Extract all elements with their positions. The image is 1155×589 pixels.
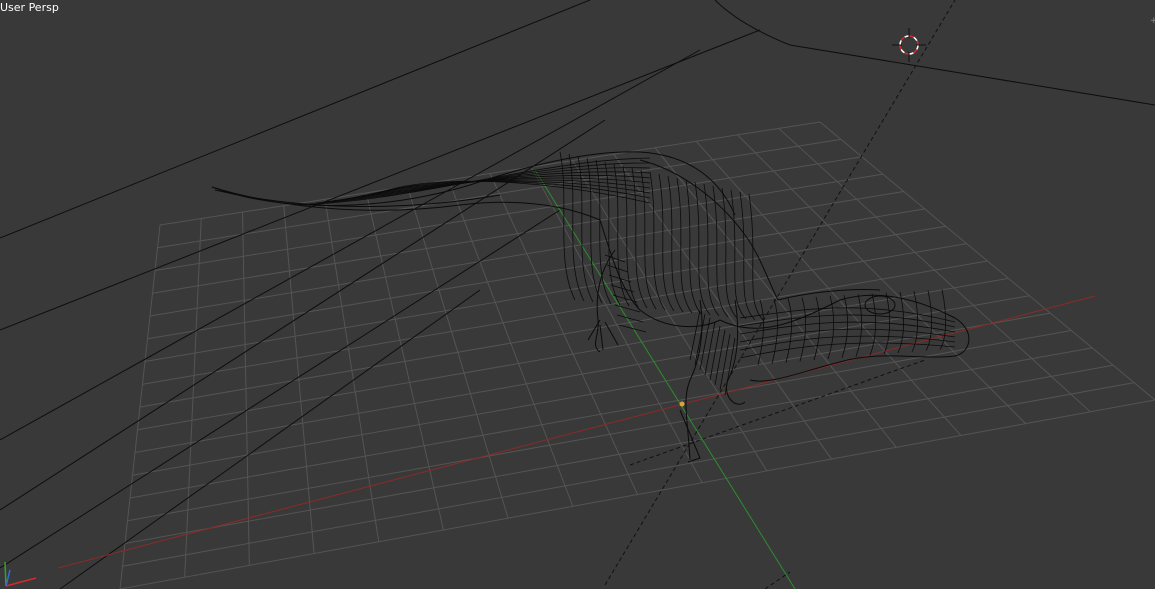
- grid-line: [124, 364, 1114, 544]
- object-origin: [679, 401, 685, 407]
- camera-guides: [604, 0, 956, 589]
- grid-line: [695, 140, 962, 436]
- mesh-line: [719, 333, 731, 391]
- mesh-line: [925, 290, 932, 351]
- mesh-line: [363, 180, 651, 199]
- mesh-line: [739, 335, 956, 351]
- floor-grid: [119, 121, 1155, 589]
- 3d-viewport[interactable]: User Persp +: [0, 0, 1155, 589]
- 3d-cursor-icon[interactable]: [892, 28, 926, 62]
- view-label: User Persp: [0, 1, 59, 14]
- mesh-line: [694, 313, 706, 366]
- grid-line: [137, 277, 1009, 431]
- mesh-line: [757, 299, 765, 366]
- grid-line: [122, 382, 1135, 567]
- grid-line: [737, 134, 1026, 424]
- grid-line: [134, 295, 1030, 453]
- mesh-line: [616, 314, 644, 323]
- grid-line: [129, 330, 1072, 499]
- mesh-line: [785, 298, 793, 363]
- floor-outline: [0, 0, 1155, 589]
- y-axis-line: [534, 169, 796, 589]
- viewport-canvas[interactable]: [0, 0, 1155, 589]
- mesh-line: [869, 293, 876, 356]
- mesh-line: [714, 329, 726, 386]
- mesh-line: [618, 324, 647, 333]
- grid-line: [572, 160, 768, 472]
- grid-line: [778, 128, 1091, 413]
- mesh-line: [771, 299, 779, 364]
- grid-line: [127, 347, 1093, 522]
- grid-line: [819, 121, 1155, 401]
- grid-line: [139, 260, 988, 408]
- axis-gizmo-icon: [4, 561, 37, 587]
- plus-icon[interactable]: +: [1150, 14, 1155, 28]
- grid-line: [530, 166, 703, 483]
- mesh-line: [739, 342, 956, 359]
- mesh-line: [689, 309, 701, 361]
